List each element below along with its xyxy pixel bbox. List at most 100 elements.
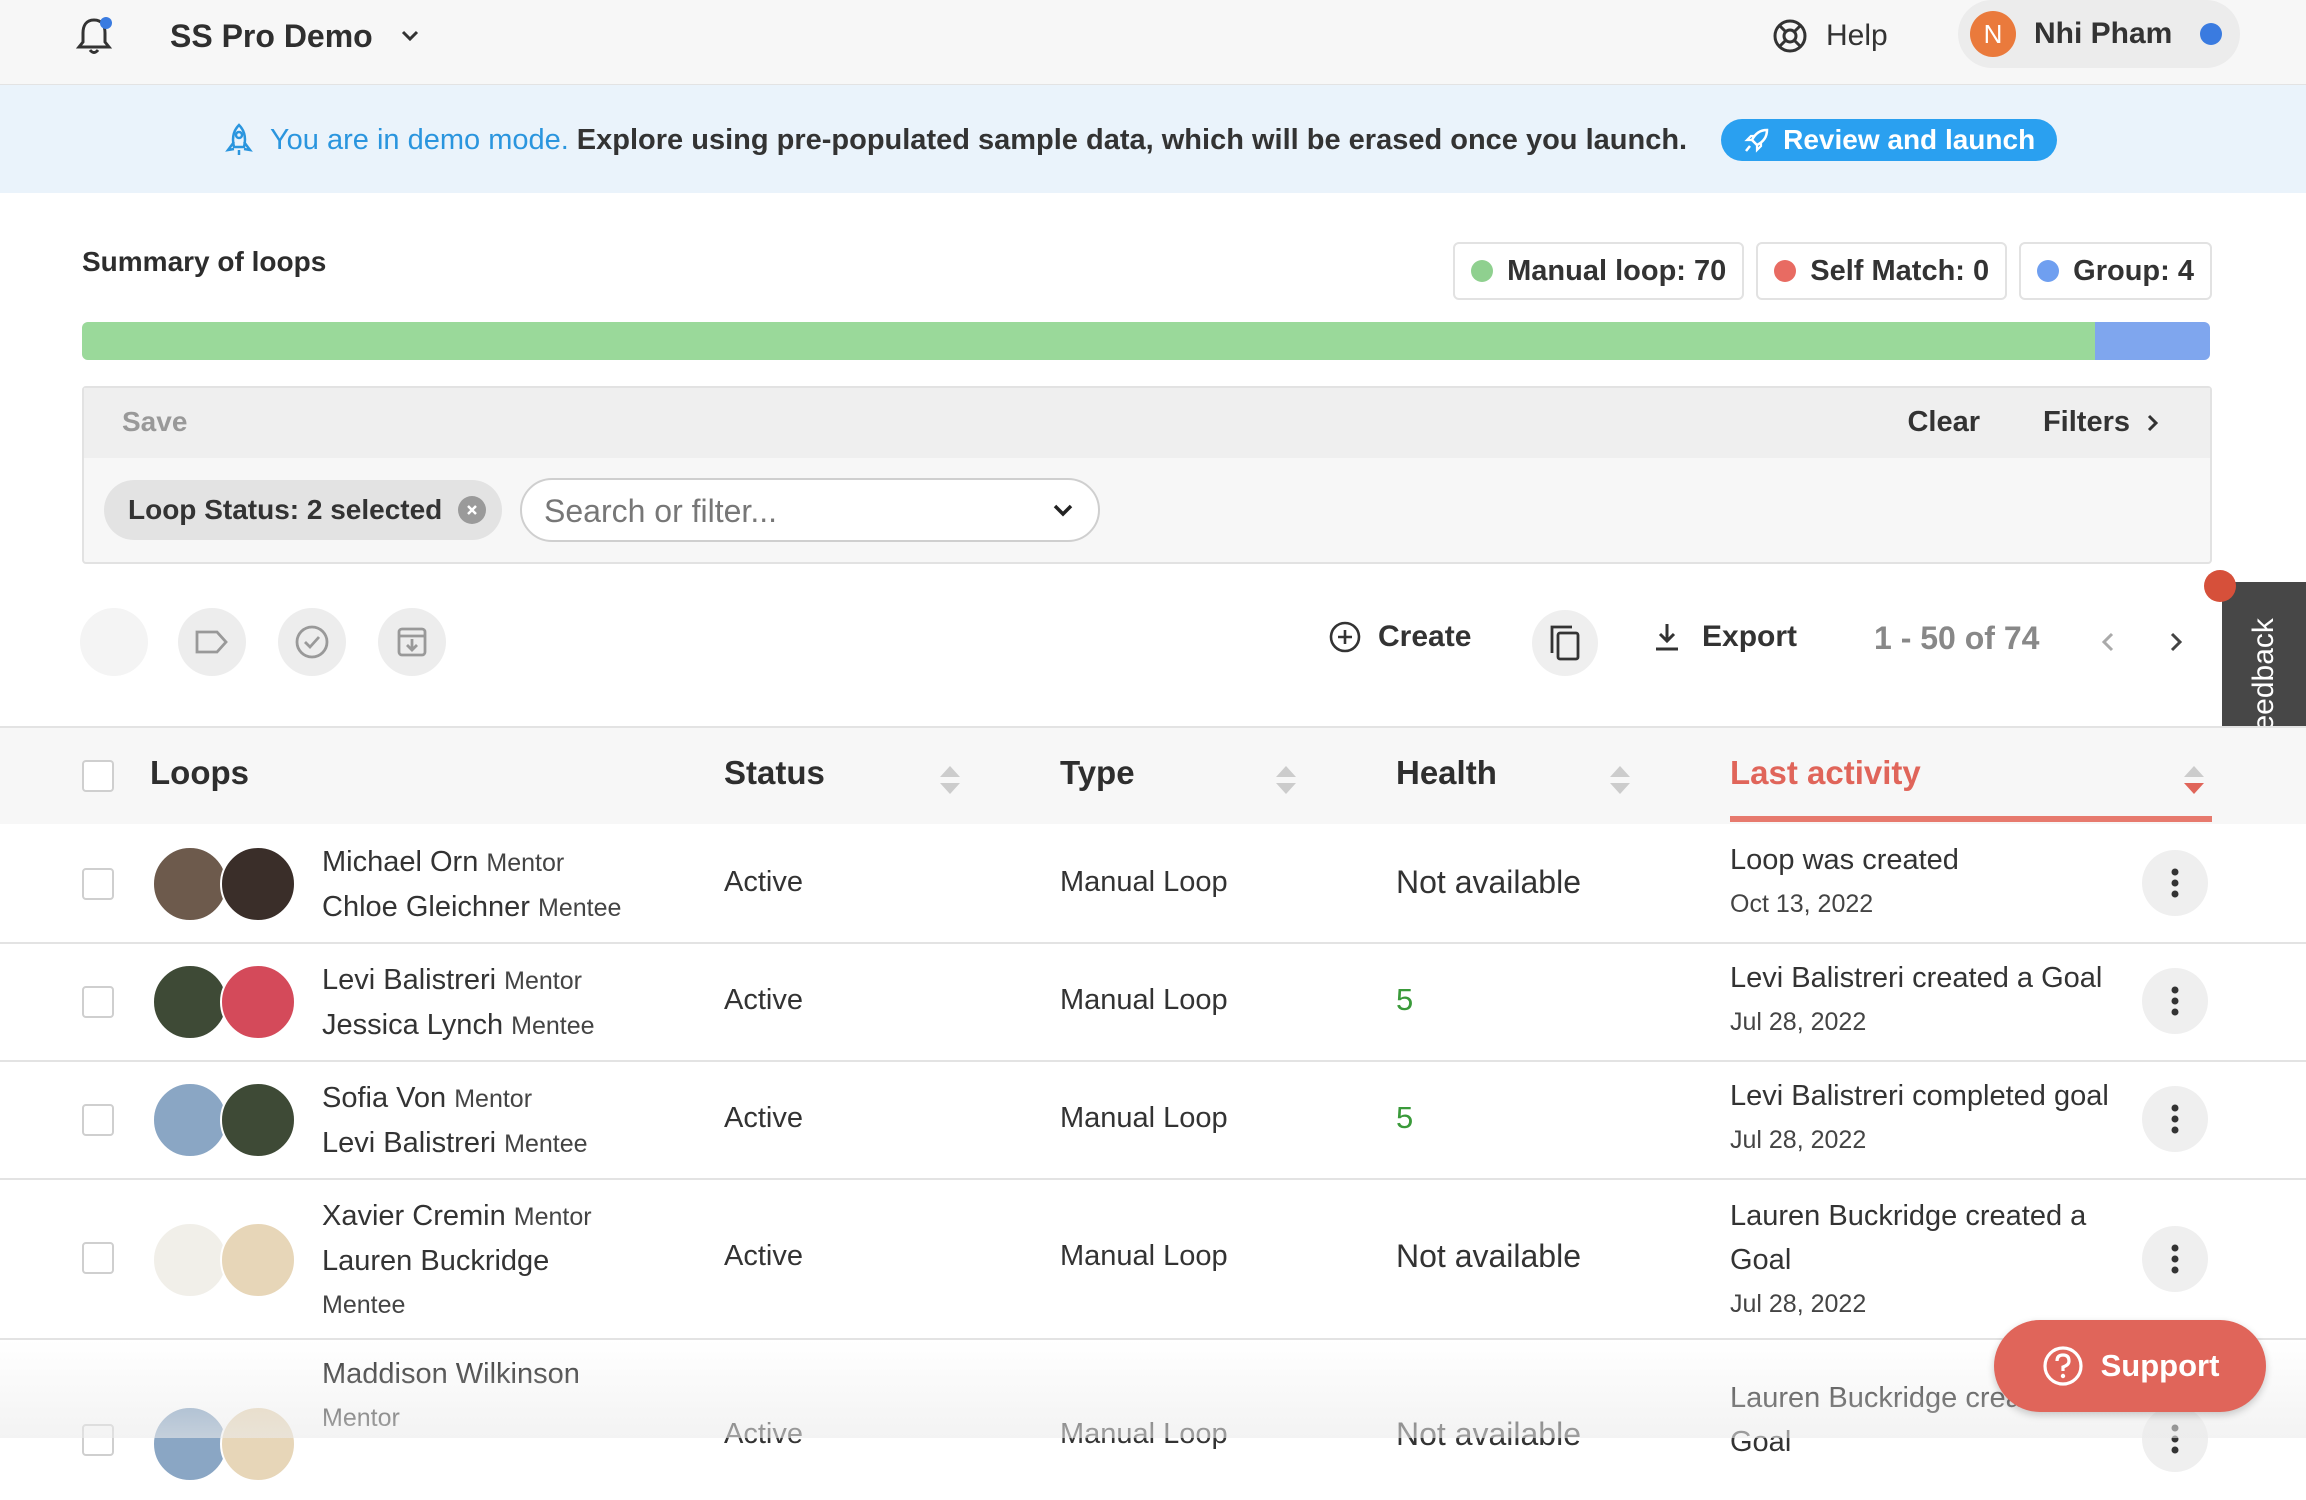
summary-chip-label: Group: 4	[2073, 254, 2194, 287]
row-menu-button[interactable]	[2142, 1406, 2208, 1472]
mentee-role: Mentee	[322, 1291, 406, 1319]
status-cell: Active	[724, 1102, 803, 1134]
loop-avatars	[152, 846, 296, 922]
pagination-label: 1 - 50 of 74	[1874, 620, 2040, 656]
mentee-name: Lauren Buckridge	[322, 1245, 550, 1277]
chevron-right-icon[interactable]	[2162, 626, 2190, 658]
mentor-role: Mentor	[486, 849, 565, 877]
activity-date: Jul 28, 2022	[1730, 1008, 1867, 1036]
loop-members[interactable]: Levi Balistreri Mentor Jessica Lynch Men…	[322, 958, 595, 1048]
mentor-name: Maddison Wilkinson	[322, 1358, 580, 1390]
health-cell: 5	[1396, 1100, 1414, 1135]
mentee-role: Mentee	[504, 1130, 588, 1158]
review-and-launch-button[interactable]: Review and launch	[1721, 119, 2058, 161]
loop-members[interactable]: Michael Orn Mentor Chloe Gleichner Mente…	[322, 840, 621, 930]
loop-summary-bar	[82, 322, 2210, 360]
table-row[interactable]: Levi Balistreri Mentor Jessica Lynch Men…	[0, 944, 2306, 1062]
type-cell: Manual Loop	[1060, 984, 1228, 1016]
search-filter-box[interactable]	[520, 478, 1100, 542]
feedback-notification-dot	[2204, 570, 2236, 602]
active-sort-underline	[1730, 816, 2212, 822]
help-label: Help	[1826, 19, 1888, 52]
summary-chip: Manual loop: 70	[1453, 242, 1745, 300]
row-checkbox[interactable]	[82, 868, 114, 900]
health-cell: Not available	[1396, 864, 1581, 900]
sort-icon[interactable]	[938, 762, 962, 798]
more-vertical-icon	[2171, 868, 2179, 898]
row-menu-button[interactable]	[2142, 968, 2208, 1034]
download-icon	[1656, 624, 1678, 651]
loop-members[interactable]: Xavier Cremin Mentor Lauren Buckridge Me…	[322, 1194, 592, 1327]
activity-date: Jul 28, 2022	[1730, 1126, 1867, 1154]
chevron-down-icon[interactable]	[1050, 498, 1076, 524]
mentor-role: Mentor	[322, 1404, 400, 1432]
summary-title: Summary of loops	[82, 246, 327, 277]
archive-action-button[interactable]	[378, 608, 446, 676]
column-type[interactable]: Type	[1060, 754, 1135, 792]
select-all-checkbox[interactable]	[82, 760, 114, 792]
mentee-role: Mentee	[511, 1012, 595, 1040]
support-button[interactable]: Support	[1994, 1320, 2266, 1412]
filters-button[interactable]: Filters	[2043, 406, 2162, 439]
summary-legend: Manual loop: 70 Self Match: 0 Group: 4	[1453, 242, 2212, 300]
row-checkbox[interactable]	[82, 1424, 114, 1456]
sort-icon[interactable]	[1274, 762, 1298, 798]
save-filter-button[interactable]: Save	[122, 406, 187, 438]
row-menu-button[interactable]	[2142, 1086, 2208, 1152]
column-status[interactable]: Status	[724, 754, 825, 792]
org-name[interactable]: SS Pro Demo	[170, 14, 373, 58]
health-cell: Not available	[1396, 1238, 1581, 1274]
type-cell: Manual Loop	[1060, 1102, 1228, 1134]
more-vertical-icon	[2171, 1424, 2179, 1454]
chevron-left-icon[interactable]	[2094, 626, 2122, 658]
row-checkbox[interactable]	[82, 1242, 114, 1274]
loop-avatars	[152, 1082, 296, 1158]
sort-desc-icon[interactable]	[2182, 762, 2206, 798]
last-activity-cell: Levi Balistreri created a Goal Jul 28, 2…	[1730, 956, 2130, 1044]
tag-icon	[195, 630, 228, 654]
avatar	[220, 1222, 296, 1298]
review-and-launch-label: Review and launch	[1783, 124, 2036, 155]
remove-filter-icon[interactable]	[458, 496, 487, 524]
export-button[interactable]: Export	[1652, 620, 1797, 654]
search-input[interactable]	[542, 488, 1026, 534]
column-health[interactable]: Health	[1396, 754, 1497, 792]
row-menu-button[interactable]	[2142, 1226, 2208, 1292]
help-link[interactable]: Help	[1772, 14, 1888, 58]
column-loops[interactable]: Loops	[150, 754, 249, 792]
row-checkbox[interactable]	[82, 986, 114, 1018]
row-checkbox[interactable]	[82, 1104, 114, 1136]
loop-status-filter-tag[interactable]: Loop Status: 2 selected	[104, 480, 503, 540]
copy-button[interactable]	[1532, 610, 1598, 676]
complete-action-button[interactable]	[278, 608, 346, 676]
tag-action-button[interactable]	[178, 608, 246, 676]
online-status-dot	[2200, 23, 2223, 45]
loop-avatars	[152, 1222, 296, 1298]
summary-chip-label: Manual loop: 70	[1507, 254, 1727, 287]
avatar	[220, 1082, 296, 1158]
row-menu-button[interactable]	[2142, 850, 2208, 916]
table-row[interactable]: Michael Orn Mentor Chloe Gleichner Mente…	[0, 824, 2306, 944]
legend-dot	[1471, 260, 1494, 282]
bell-icon[interactable]	[72, 14, 116, 58]
mentor-name: Levi Balistreri	[322, 964, 497, 996]
last-activity-cell: Lauren Buckridge created a Goal Jul 28, …	[1730, 1194, 2120, 1326]
sort-icon[interactable]	[1608, 762, 1632, 798]
mentee-role: Mentee	[538, 894, 622, 922]
clear-filters-button[interactable]: Clear	[1907, 406, 1980, 439]
table-row[interactable]: Maddison Wilkinson Mentor Active Manual …	[0, 1340, 2306, 1500]
create-label: Create	[1378, 620, 1472, 653]
filter-panel-header: Save Clear Filters	[84, 388, 2210, 458]
chevron-down-icon[interactable]	[396, 22, 424, 50]
table-row[interactable]: Sofia Von Mentor Levi Balistreri Mentee …	[0, 1062, 2306, 1180]
filters-label: Filters	[2042, 406, 2130, 438]
table-row[interactable]: Xavier Cremin Mentor Lauren Buckridge Me…	[0, 1180, 2306, 1340]
rocket-launch-icon	[1744, 128, 1769, 153]
loop-members[interactable]: Sofia Von Mentor Levi Balistreri Mentee	[322, 1076, 588, 1166]
user-menu[interactable]: N Nhi Pham	[1958, 0, 2240, 68]
demo-mode-text: Explore using pre-populated sample data,…	[576, 123, 1688, 156]
loop-members[interactable]: Maddison Wilkinson Mentor	[322, 1352, 580, 1440]
more-vertical-icon	[2171, 1104, 2179, 1134]
create-button[interactable]: Create	[1328, 620, 1471, 654]
column-last-activity[interactable]: Last activity	[1730, 754, 1921, 792]
